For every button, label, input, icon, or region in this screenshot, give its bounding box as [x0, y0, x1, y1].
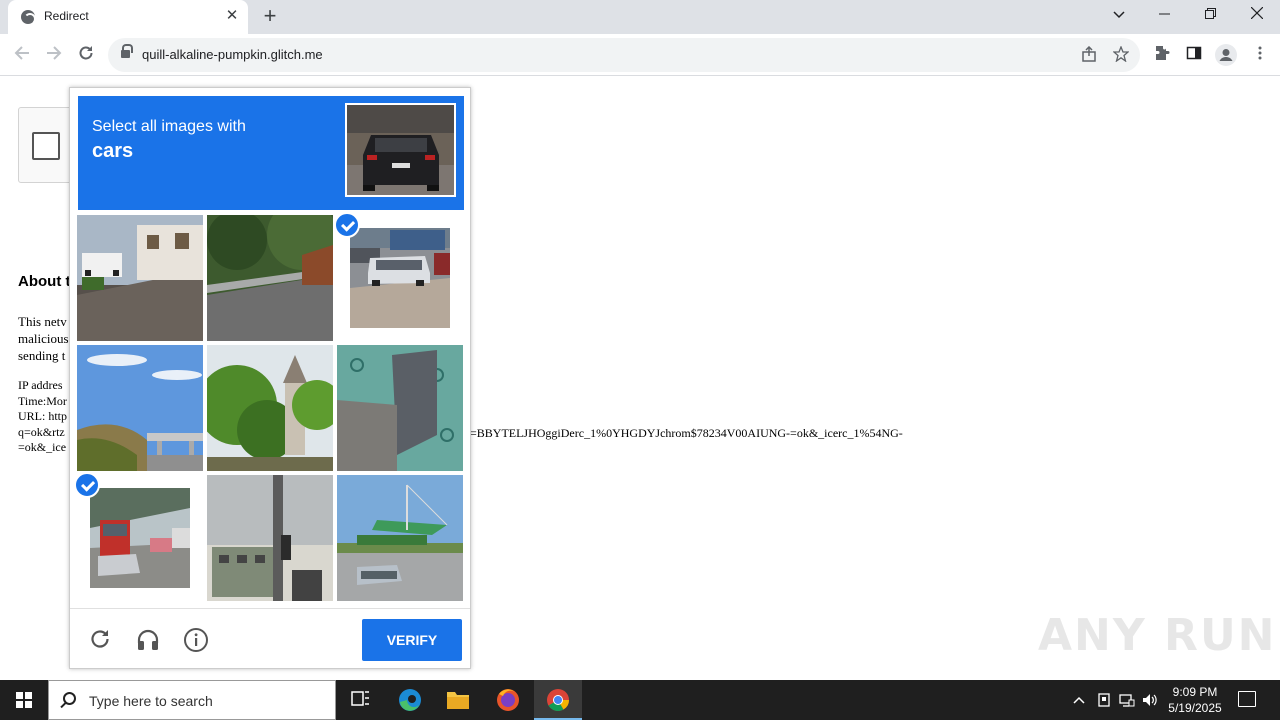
recaptcha-checkbox[interactable] — [32, 132, 60, 160]
reload-button[interactable] — [74, 43, 98, 67]
menu-kebab-icon[interactable] — [1250, 45, 1270, 65]
captcha-header: Select all images with cars — [78, 96, 464, 210]
tile-image — [350, 228, 450, 328]
browser-tab[interactable]: Redirect ✕ — [8, 0, 248, 34]
tab-title: Redirect — [44, 9, 89, 23]
url-text[interactable]: quill-alkaline-pumpkin.glitch.me — [142, 47, 323, 62]
sample-image — [345, 103, 456, 197]
captcha-tile-5[interactable] — [207, 345, 333, 471]
notification-center-icon[interactable] — [1238, 691, 1256, 707]
tab-search-icon[interactable] — [1097, 0, 1141, 30]
tray-chevron-up-icon[interactable] — [1071, 692, 1087, 708]
para-line: sending t — [18, 348, 66, 363]
tile-image — [207, 475, 333, 601]
info-line: q=ok&rtz — [18, 424, 65, 439]
audio-challenge-icon[interactable] — [135, 627, 161, 653]
selected-check-icon — [334, 212, 360, 238]
close-window-button[interactable] — [1235, 0, 1279, 30]
volume-icon[interactable] — [1142, 692, 1158, 708]
restore-button[interactable] — [1188, 0, 1232, 30]
captcha-challenge-dialog: Select all images with cars VERIFY — [69, 87, 471, 669]
network-icon[interactable] — [1119, 692, 1135, 708]
para-line: malicious — [18, 331, 69, 346]
tile-image — [207, 345, 333, 471]
tab-strip: Redirect ✕ + — [0, 0, 1280, 34]
extensions-icon[interactable] — [1152, 45, 1172, 65]
back-button[interactable] — [10, 43, 34, 67]
captcha-instruction: Select all images with — [92, 118, 246, 135]
side-panel-icon[interactable] — [1184, 45, 1204, 65]
start-button[interactable] — [0, 680, 48, 720]
windows-taskbar: Type here to search 9:09 PM 5/19/2025 — [0, 680, 1280, 720]
task-view-button[interactable] — [336, 680, 384, 720]
captcha-tile-7[interactable] — [74, 472, 203, 601]
lock-icon[interactable] — [121, 44, 133, 59]
new-tab-button[interactable]: + — [259, 5, 281, 27]
captcha-tile-4[interactable] — [77, 345, 203, 471]
url-tail-text: =BBYTELJHOggiDerc_1%0YHGDYJchrom$78234V0… — [470, 426, 903, 440]
captcha-tile-8[interactable] — [207, 475, 333, 601]
edge-app-icon[interactable] — [386, 680, 434, 720]
system-clock[interactable]: 9:09 PM 5/19/2025 — [1160, 684, 1230, 716]
chrome-app-icon[interactable] — [534, 680, 582, 720]
minimize-button[interactable] — [1142, 0, 1186, 30]
profile-avatar-icon[interactable] — [1214, 43, 1238, 67]
selected-check-icon — [74, 472, 100, 498]
tile-image — [337, 345, 463, 471]
browser-toolbar: quill-alkaline-pumpkin.glitch.me — [0, 34, 1280, 76]
tile-image — [90, 488, 190, 588]
info-line: IP addres — [18, 378, 63, 392]
para-line: This netv — [18, 314, 67, 329]
taskbar-search-box[interactable]: Type here to search — [48, 680, 336, 720]
info-line: Time:Mor — [18, 393, 67, 408]
file-explorer-icon[interactable] — [434, 680, 482, 720]
request-info: IP addres Time:Mor URL: http q=ok&rtz =o… — [18, 378, 903, 456]
captcha-footer: VERIFY — [70, 608, 470, 668]
tab-close-icon[interactable]: ✕ — [223, 7, 241, 25]
bookmark-star-icon[interactable] — [1112, 45, 1130, 64]
verify-button[interactable]: VERIFY — [362, 619, 462, 661]
captcha-tile-3[interactable] — [334, 212, 463, 341]
info-line: URL: http — [18, 409, 68, 423]
windows-logo-icon — [16, 692, 32, 708]
globe-icon — [21, 10, 36, 25]
captcha-tile-2[interactable] — [207, 215, 333, 341]
tile-image — [337, 475, 463, 601]
captcha-tile-1[interactable] — [77, 215, 203, 341]
address-bar[interactable]: quill-alkaline-pumpkin.glitch.me — [108, 38, 1140, 72]
search-placeholder: Type here to search — [89, 693, 213, 709]
description-paragraph: This netv malicious sending t — [18, 313, 69, 364]
search-icon — [63, 692, 76, 705]
captcha-tile-6[interactable] — [337, 345, 463, 471]
firefox-app-icon[interactable] — [484, 680, 532, 720]
captcha-target: cars — [92, 140, 134, 162]
tile-image — [207, 215, 333, 341]
tile-image — [77, 215, 203, 341]
info-line: =ok&_ice — [18, 440, 67, 454]
device-icon[interactable] — [1096, 692, 1112, 708]
anyrun-watermark: ANY RUN — [1038, 610, 1277, 661]
reload-challenge-icon[interactable] — [87, 627, 113, 653]
clock-time: 9:09 PM — [1172, 685, 1218, 699]
share-icon[interactable] — [1080, 45, 1098, 64]
info-icon[interactable] — [183, 627, 209, 653]
captcha-tile-9[interactable] — [337, 475, 463, 601]
forward-button[interactable] — [42, 43, 66, 67]
clock-date: 5/19/2025 — [1168, 701, 1222, 715]
tile-image — [77, 345, 203, 471]
